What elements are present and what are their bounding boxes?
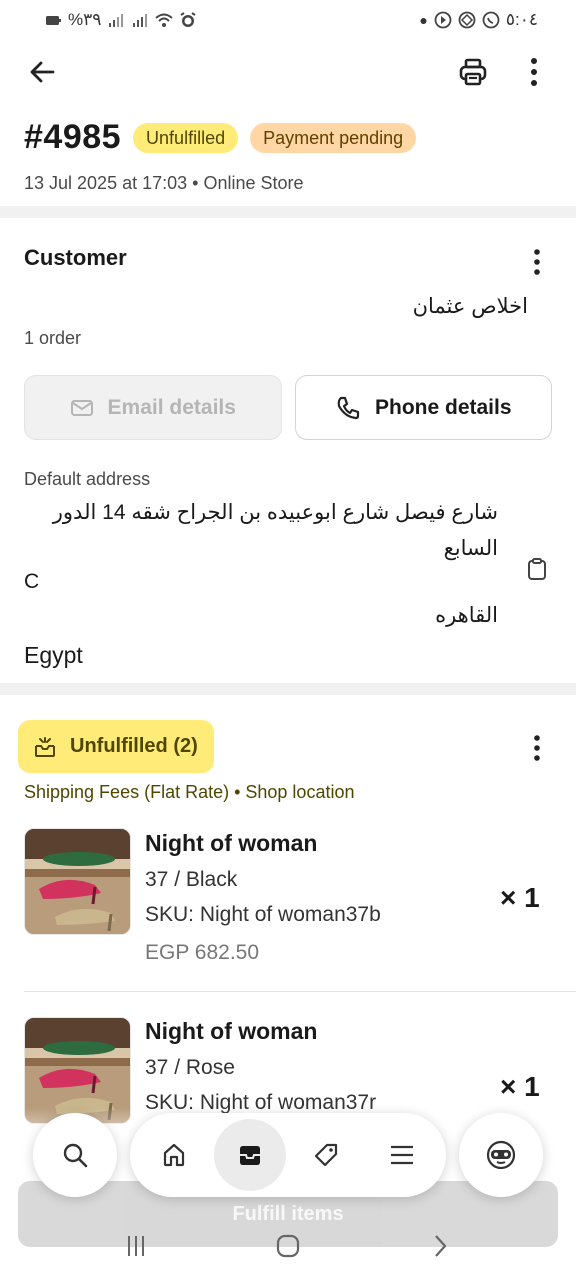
product-quantity: × 1 — [500, 882, 540, 913]
copy-address-button[interactable] — [522, 554, 552, 584]
more-vertical-icon — [534, 735, 540, 761]
product-thumbnail — [24, 828, 131, 935]
app-bar — [0, 44, 576, 100]
section-divider — [0, 683, 576, 695]
fulfillment-more-button[interactable] — [517, 728, 557, 768]
product-image — [25, 829, 130, 934]
signal-icon-2 — [133, 14, 148, 27]
menu-icon — [391, 1145, 413, 1165]
signal-icon — [109, 14, 124, 27]
dot-icon: ● — [419, 12, 428, 28]
product-variant: 37 / Rose — [145, 1056, 235, 1079]
chevron-right-icon — [435, 1235, 447, 1257]
system-nav-bar — [0, 1212, 576, 1280]
fulfillment-status-badge: Unfulfilled — [133, 122, 239, 153]
product-variant: 37 / Black — [145, 868, 238, 891]
home-system-button[interactable] — [258, 1221, 318, 1271]
clipboard-icon — [528, 558, 546, 580]
unfulfilled-chip-label: Unfulfilled (2) — [70, 735, 198, 757]
product-sku: SKU: Night of woman37b — [145, 903, 381, 926]
order-title-row: #4985 Unfulfilled Payment pending — [24, 118, 564, 157]
nav-products[interactable] — [290, 1119, 362, 1191]
customer-section: Customer اخلاص عثمان 1 order Email detai… — [0, 218, 576, 683]
product-name: Night of woman — [145, 1018, 318, 1044]
print-button[interactable] — [453, 52, 493, 92]
home-icon — [163, 1143, 185, 1167]
alarm-icon — [180, 12, 196, 27]
product-price: EGP 682.50 — [145, 941, 260, 964]
app-icon — [458, 11, 476, 29]
status-left: %٣٩ — [44, 10, 197, 30]
orders-icon — [240, 1146, 260, 1165]
order-number: #4985 — [24, 118, 122, 156]
status-right: ● ٥:٠٤ — [419, 10, 538, 30]
order-meta: 13 Jul 2025 at 17:03 • Online Store — [24, 173, 304, 193]
printer-icon — [459, 58, 487, 86]
recents-icon — [128, 1236, 144, 1256]
email-details-label: Email details — [107, 395, 236, 419]
nav-orders[interactable] — [214, 1119, 286, 1191]
phone-details-button[interactable]: Phone details — [294, 375, 552, 440]
assistant-icon — [486, 1140, 516, 1170]
back-button[interactable] — [22, 52, 62, 92]
product-name: Night of woman — [145, 830, 318, 856]
whatsapp-icon — [482, 11, 500, 29]
arrow-left-icon — [30, 61, 55, 83]
tag-icon — [314, 1143, 338, 1167]
recents-button[interactable] — [106, 1221, 166, 1271]
search-icon — [63, 1143, 88, 1168]
shipping-info: Shipping Fees (Flat Rate) • Shop locatio… — [24, 782, 355, 802]
line-item[interactable]: Night of woman 37 / Black SKU: Night of … — [0, 826, 576, 992]
more-vertical-icon — [531, 58, 537, 86]
nav-assistant-button[interactable] — [459, 1113, 543, 1197]
customer-order-count: 1 order — [24, 328, 82, 348]
battery-percentage: %٣٩ — [68, 10, 102, 29]
section-divider — [0, 206, 576, 218]
phone-icon — [337, 396, 360, 419]
item-divider — [24, 991, 576, 992]
address-line2: C — [24, 570, 40, 593]
address-country: Egypt — [24, 642, 83, 668]
unfulfilled-status-chip: Unfulfilled (2) — [18, 720, 214, 773]
email-details-button[interactable]: Email details — [24, 375, 282, 440]
product-quantity: × 1 — [500, 1071, 540, 1102]
more-options-button[interactable] — [514, 52, 554, 92]
order-header: #4985 Unfulfilled Payment pending 13 Jul… — [24, 118, 564, 194]
battery-icon — [46, 16, 61, 25]
more-vertical-icon — [534, 249, 540, 275]
nav-home[interactable] — [138, 1119, 210, 1191]
customer-name[interactable]: اخلاص عثمان — [413, 294, 528, 319]
phone-details-label: Phone details — [374, 395, 512, 419]
system-back-button[interactable] — [410, 1221, 470, 1271]
address-city: القاهره — [435, 604, 498, 627]
unfulfilled-icon — [35, 736, 55, 757]
wifi-icon — [155, 13, 174, 27]
envelope-icon — [70, 399, 93, 416]
payment-status-badge: Payment pending — [250, 122, 417, 153]
status-time: ٥:٠٤ — [505, 10, 538, 29]
customer-more-button[interactable] — [517, 242, 557, 282]
home-button-icon — [276, 1234, 300, 1258]
customer-title: Customer — [24, 245, 127, 270]
nav-menu[interactable] — [366, 1119, 438, 1191]
address-line1: شارع فيصل شارع ابوعبيده بن الجراح شقه 14… — [52, 501, 498, 560]
play-store-icon — [434, 11, 452, 29]
address-label: Default address — [24, 469, 151, 489]
nav-search-button[interactable] — [33, 1113, 117, 1197]
main-nav-bar — [130, 1113, 446, 1197]
contact-buttons: Email details Phone details — [24, 375, 552, 440]
status-bar: %٣٩ ● ٥:٠٤ — [0, 0, 576, 40]
